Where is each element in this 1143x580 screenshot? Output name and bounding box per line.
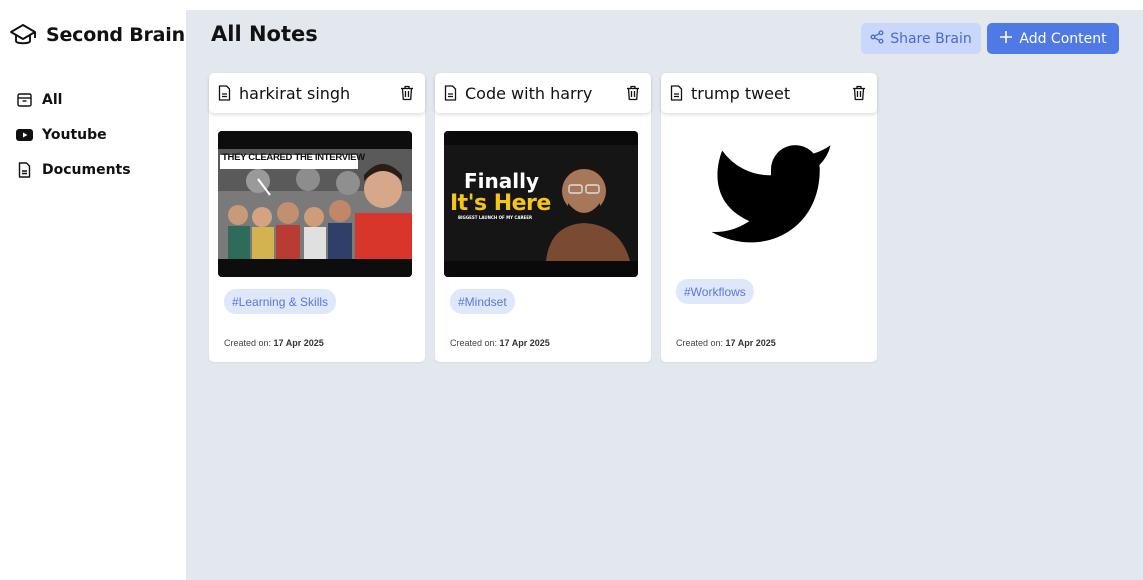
tag-badge[interactable]: #Mindset [450, 289, 515, 314]
main-content: All Notes Share Brain Add Content harkir… [186, 10, 1143, 580]
document-icon [218, 85, 232, 101]
card-header: harkirat singh [209, 73, 425, 113]
share-brain-label: Share Brain [890, 30, 972, 47]
created-label: Created on: [224, 338, 272, 348]
add-content-label: Add Content [1019, 30, 1107, 47]
sidebar-item-label: All [42, 91, 63, 108]
twitter-bird-icon[interactable] [701, 129, 841, 259]
sidebar-item-all[interactable]: All [16, 82, 131, 117]
share-icon [870, 29, 884, 48]
sidebar-nav: All Youtube Documents [16, 82, 131, 187]
tag-badge[interactable]: #Learning & Skills [224, 289, 337, 314]
created-value: 17 Apr 2025 [273, 338, 324, 348]
add-content-button[interactable]: Add Content [987, 23, 1119, 54]
sidebar-item-youtube[interactable]: Youtube [16, 117, 131, 152]
card-title: harkirat singh [239, 83, 351, 103]
thumbnail-caption: THEY CLEARED THE INTERVIEW [222, 152, 365, 163]
document-icon [16, 161, 33, 178]
video-thumbnail[interactable]: THEY CLEARED THE INTERVIEW [218, 131, 412, 277]
created-value: 17 Apr 2025 [499, 338, 550, 348]
created-date: Created on: 17 Apr 2025 [224, 338, 324, 348]
sidebar-item-documents[interactable]: Documents [16, 152, 131, 187]
note-card[interactable]: harkirat singh THEY CLEARED THE INTERVIE… [209, 73, 425, 362]
created-date: Created on: 17 Apr 2025 [450, 338, 550, 348]
sidebar: Second Brain All Youtube Documents [0, 0, 186, 580]
trash-icon[interactable] [400, 85, 416, 102]
trash-icon[interactable] [626, 85, 642, 102]
share-brain-button[interactable]: Share Brain [861, 23, 981, 54]
plus-icon [999, 30, 1013, 48]
created-label: Created on: [676, 338, 724, 348]
card-header: trump tweet [661, 73, 877, 113]
brand[interactable]: Second Brain [8, 20, 185, 50]
youtube-icon [16, 126, 33, 143]
sidebar-item-label: Youtube [42, 126, 107, 143]
inbox-icon [16, 91, 33, 108]
document-icon [444, 85, 458, 101]
created-label: Created on: [450, 338, 498, 348]
note-card[interactable]: trump tweet #Workflows Created on: 17 Ap… [661, 73, 877, 362]
sidebar-item-label: Documents [42, 161, 131, 178]
card-title: trump tweet [691, 83, 791, 103]
video-thumbnail[interactable]: Finally It's Here BIGGEST LAUNCH OF MY C… [444, 131, 638, 277]
tag-badge[interactable]: #Workflows [676, 279, 754, 304]
card-header: Code with harry [435, 73, 651, 113]
card-title: Code with harry [465, 83, 593, 103]
thumbnail-headline: Finally [464, 169, 539, 193]
brain-icon [8, 20, 38, 50]
thumbnail-subheadline: It's Here [450, 191, 551, 216]
thumbnail-tagline: BIGGEST LAUNCH OF MY CAREER [458, 215, 533, 220]
brand-title: Second Brain [46, 24, 185, 46]
page-title: All Notes [211, 22, 318, 46]
document-icon [670, 85, 684, 101]
trash-icon[interactable] [852, 85, 868, 102]
created-value: 17 Apr 2025 [725, 338, 776, 348]
created-date: Created on: 17 Apr 2025 [676, 338, 776, 348]
note-card[interactable]: Code with harry Finally It's Here BIGGES… [435, 73, 651, 362]
